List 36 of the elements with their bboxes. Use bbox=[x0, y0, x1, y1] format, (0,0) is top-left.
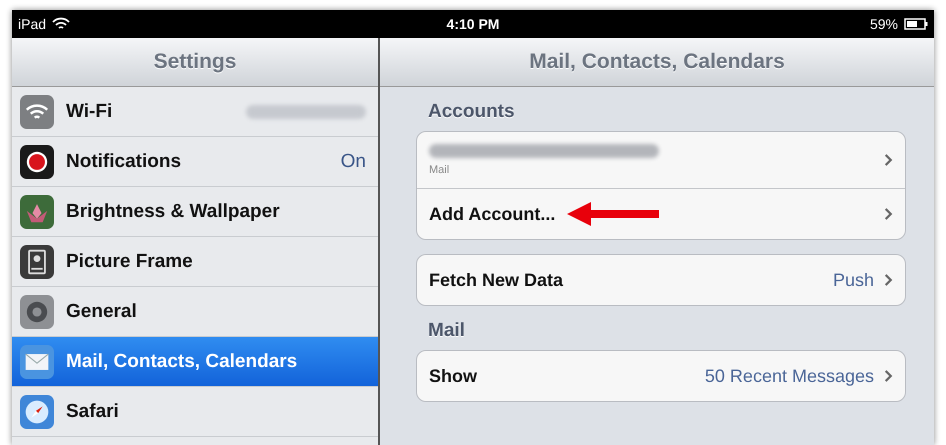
envelope-icon bbox=[20, 344, 54, 378]
setting-row[interactable]: Fetch New Data Push bbox=[417, 255, 905, 305]
add-account-row[interactable]: Add Account... bbox=[417, 188, 905, 239]
row-value: 50 Recent Messages bbox=[704, 366, 874, 386]
sidebar-item[interactable]: Brightness & Wallpaper bbox=[12, 187, 378, 237]
chevron-icon bbox=[884, 153, 893, 167]
item-value: On bbox=[340, 150, 366, 172]
row-value: Push bbox=[832, 270, 874, 290]
section-header: Mail bbox=[427, 319, 466, 343]
flower-icon bbox=[20, 194, 54, 228]
chevron-icon bbox=[884, 369, 893, 383]
detail-title: Mail, Contacts, Calendars bbox=[380, 38, 934, 87]
chevron-icon bbox=[884, 273, 893, 287]
wifi-icon bbox=[52, 17, 70, 31]
setting-row[interactable]: Show 50 Recent Messages bbox=[417, 351, 905, 401]
device-name: iPad bbox=[18, 16, 46, 32]
sidebar-item[interactable]: Safari bbox=[12, 387, 378, 437]
chevron-icon bbox=[884, 207, 893, 221]
sidebar-item[interactable]: Wi-Fi bbox=[12, 87, 378, 137]
section-header: Accounts bbox=[427, 100, 516, 124]
row-label: Add Account... bbox=[429, 204, 556, 224]
compass-icon bbox=[20, 394, 54, 428]
wifi-icon bbox=[20, 94, 54, 128]
row-label: Fetch New Data bbox=[429, 270, 564, 290]
battery-percent: 59% bbox=[870, 16, 898, 32]
picture-frame-icon bbox=[20, 244, 54, 278]
gear-icon bbox=[20, 294, 54, 328]
battery-icon bbox=[904, 18, 928, 30]
row-label: Show bbox=[429, 366, 477, 386]
sidebar-item[interactable]: Notifications On bbox=[12, 137, 378, 187]
sidebar-item[interactable]: Mail, Contacts, Calendars bbox=[12, 337, 378, 387]
clock: 4:10 PM bbox=[446, 16, 500, 32]
account-type: Mail bbox=[429, 164, 450, 176]
sidebar-item[interactable]: Picture Frame bbox=[12, 237, 378, 287]
notification-icon bbox=[20, 144, 54, 178]
sidebar-title: Settings bbox=[12, 38, 378, 87]
